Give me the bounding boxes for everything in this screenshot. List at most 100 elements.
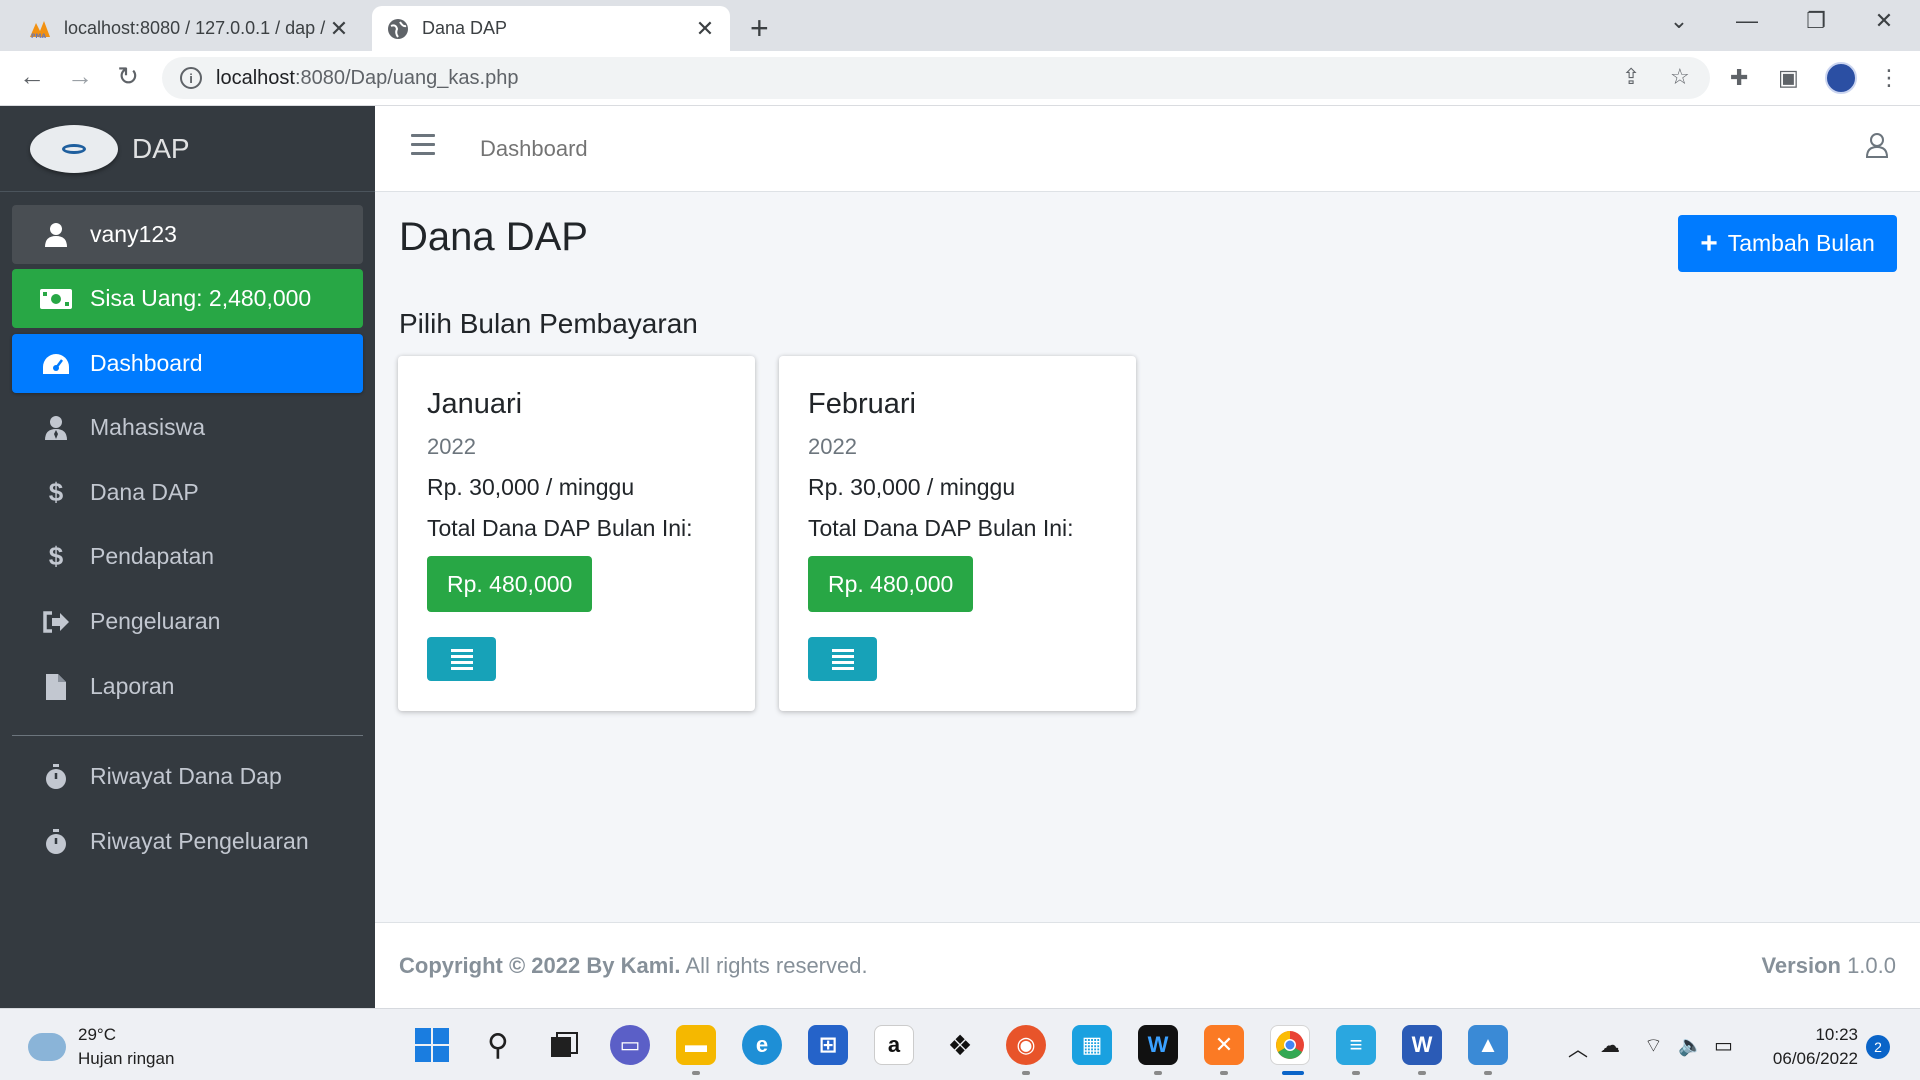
card-total-button[interactable]: Rp. 480,000 (808, 556, 974, 612)
sidebar-item-dashboard[interactable]: Dashboard (12, 334, 363, 393)
tab-search-icon[interactable]: ⌄ (1661, 8, 1697, 34)
info-icon[interactable]: i (180, 67, 202, 89)
tab-dana-dap[interactable]: Dana DAP ✕ (372, 6, 730, 51)
calendar-app-icon[interactable]: ▦ (1072, 1025, 1112, 1065)
file-explorer-icon[interactable]: ▬ (676, 1025, 716, 1065)
running-indicator (1418, 1071, 1426, 1075)
edge-icon[interactable]: e (742, 1025, 782, 1065)
chevron-up-icon[interactable]: ︿ (1568, 1033, 1588, 1062)
page-title: Dana DAP (399, 215, 588, 259)
reload-icon[interactable]: ↻ (110, 61, 146, 92)
taskbar-clock[interactable]: 10:23 06/06/2022 (1760, 1023, 1858, 1071)
search-icon[interactable]: ⚲ (478, 1025, 518, 1065)
sidebar-item-pendapatan[interactable]: $ Pendapatan (12, 527, 363, 586)
svg-text:PMA: PMA (31, 33, 46, 39)
sidebar-item-label: Dana DAP (90, 479, 199, 505)
side-panel-icon[interactable]: ▣ (1778, 65, 1799, 91)
window-close-icon[interactable]: ✕ (1866, 8, 1902, 34)
xampp-icon[interactable]: ✕ (1204, 1025, 1244, 1065)
sidebar-balance[interactable]: Sisa Uang: 2,480,000 (12, 269, 363, 328)
profile-avatar[interactable] (1825, 62, 1857, 94)
file-icon (40, 671, 72, 703)
sidebar-user[interactable]: vany123 (12, 205, 363, 264)
card-total-label: Total Dana DAP Bulan Ini: (808, 515, 1074, 541)
tab-phpmyadmin[interactable]: PMA localhost:8080 / 127.0.0.1 / dap / ✕ (14, 6, 364, 51)
task-view-icon[interactable] (544, 1025, 584, 1065)
card-detail-button[interactable] (808, 637, 877, 681)
notification-badge[interactable]: 2 (1866, 1035, 1890, 1059)
nav-link-dashboard[interactable]: Dashboard (480, 136, 588, 162)
sidebar-item-laporan[interactable]: Laporan (12, 657, 363, 716)
chrome-icon[interactable] (1270, 1025, 1310, 1065)
wifi-icon[interactable]: ⌔ (1644, 1033, 1663, 1058)
user-icon (40, 219, 72, 251)
forward-arrow-icon[interactable]: → (62, 61, 98, 92)
amazon-icon[interactable]: a (874, 1025, 914, 1065)
card-year: 2022 (427, 434, 476, 459)
active-indicator (1282, 1071, 1304, 1075)
card-month: Januari (427, 388, 523, 420)
sidebar-item-label: Dashboard (90, 350, 203, 376)
month-card: Februari 2022 Rp. 30,000 / minggu Total … (779, 356, 1136, 711)
onedrive-cloud-icon[interactable]: ☁ (1600, 1033, 1620, 1058)
user-tie-icon (40, 412, 72, 444)
running-indicator (1484, 1071, 1492, 1075)
weather-widget[interactable]: 29°C Hujan ringan (28, 1023, 174, 1071)
sidebar-item-label: Mahasiswa (90, 414, 206, 440)
card-rate: Rp. 30,000 / minggu (427, 474, 635, 500)
card-total-button[interactable]: Rp. 480,000 (427, 556, 593, 612)
sidebar-item-dana-dap[interactable]: $ Dana DAP (12, 463, 363, 522)
clock-time: 10:23 (1815, 1025, 1858, 1044)
close-icon[interactable]: ✕ (694, 16, 716, 42)
minimize-icon[interactable]: — (1729, 8, 1765, 34)
sign-out-icon (40, 606, 72, 638)
photos-icon[interactable]: ▲ (1468, 1025, 1508, 1065)
volume-icon[interactable]: 🔈 (1678, 1033, 1703, 1058)
brand-link[interactable]: DAP (0, 106, 375, 192)
restore-icon[interactable]: ❐ (1798, 8, 1834, 34)
sidebar-item-riwayat-pengeluaran[interactable]: Riwayat Pengeluaran (12, 812, 363, 871)
wondershare-icon[interactable]: W (1138, 1025, 1178, 1065)
store-icon[interactable]: ⊞ (808, 1025, 848, 1065)
footer-copyright-rest: All rights reserved. (680, 953, 868, 978)
extensions-icon[interactable]: ✚ (1730, 65, 1748, 91)
address-toolbar: ← → ↻ i localhost:8080/Dap/uang_kas.php … (0, 51, 1920, 106)
windows-start-icon[interactable] (412, 1025, 452, 1065)
list-icon (831, 646, 854, 673)
star-icon[interactable]: ☆ (1670, 64, 1690, 90)
card-year: 2022 (808, 434, 857, 459)
weather-desc: Hujan ringan (78, 1049, 175, 1068)
tab-title: Dana DAP (422, 18, 508, 38)
new-tab-icon[interactable]: + (750, 10, 769, 47)
footer-version: Version 1.0.0 (1761, 953, 1896, 979)
sidebar-item-riwayat-dana-dap[interactable]: Riwayat Dana Dap (12, 747, 363, 806)
add-month-button[interactable]: + Tambah Bulan (1678, 215, 1897, 272)
teams-chat-icon[interactable]: ▭ (610, 1025, 650, 1065)
word-icon[interactable]: W (1402, 1025, 1442, 1065)
url-bar[interactable]: i localhost:8080/Dap/uang_kas.php (162, 57, 1710, 99)
battery-icon[interactable]: ▭ (1714, 1033, 1733, 1058)
sidebar-item-label: Riwayat Pengeluaran (90, 828, 309, 854)
firefox-icon[interactable]: ◉ (1006, 1025, 1046, 1065)
user-account-icon[interactable] (1865, 132, 1889, 163)
back-arrow-icon[interactable]: ← (14, 61, 50, 92)
dropbox-icon[interactable]: ❖ (940, 1025, 980, 1065)
brand-text: DAP (132, 132, 190, 164)
share-icon[interactable]: ⇪ (1622, 64, 1640, 90)
close-icon[interactable]: ✕ (328, 16, 350, 42)
sidebar-item-label: Pengeluaran (90, 608, 221, 634)
hamburger-icon[interactable] (411, 134, 435, 161)
brand-logo (30, 124, 118, 173)
url-path: :8080/Dap/uang_kas.php (294, 66, 519, 89)
money-bill-icon (40, 283, 72, 315)
os-taskbar: 29°C Hujan ringan ⚲ ▭ ▬ e ⊞ a ❖ ◉ ▦ W ✕ … (0, 1008, 1920, 1080)
card-detail-button[interactable] (427, 637, 496, 681)
notepad-icon[interactable]: ≡ (1336, 1025, 1376, 1065)
sidebar-item-label: Riwayat Dana Dap (90, 763, 282, 789)
menu-kebab-icon[interactable]: ⋮ (1878, 65, 1900, 91)
sidebar-item-pengeluaran[interactable]: Pengeluaran (12, 592, 363, 651)
clock-date: 06/06/2022 (1772, 1049, 1858, 1068)
sidebar-item-mahasiswa[interactable]: Mahasiswa (12, 398, 363, 457)
browser-tab-strip: PMA localhost:8080 / 127.0.0.1 / dap / ✕… (0, 0, 1920, 51)
sidebar-item-label: Pendapatan (90, 543, 215, 569)
